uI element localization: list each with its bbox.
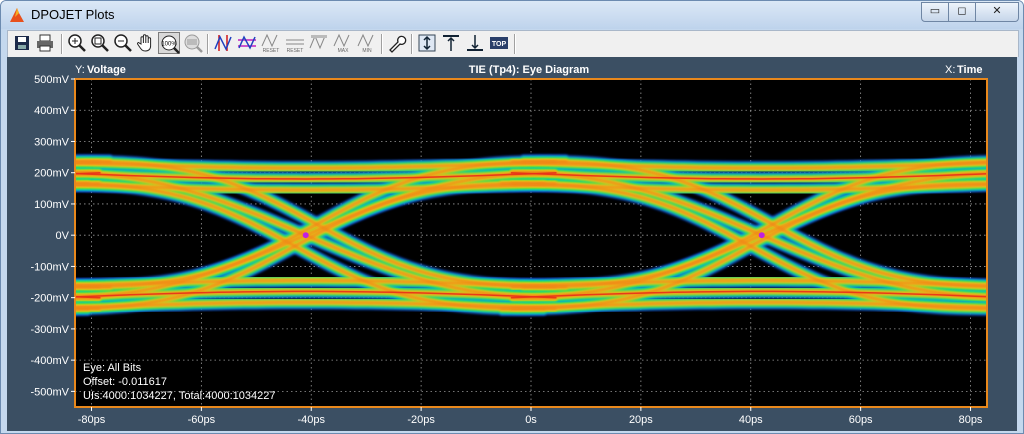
marker-button[interactable] [308, 32, 330, 54]
x-tick-label: 40ps [739, 414, 763, 426]
toolbar-separator [514, 34, 516, 54]
x-tick-label: 60ps [849, 414, 873, 426]
maximize-button[interactable]: ◻ [948, 2, 976, 22]
x-tick-label: -40ps [297, 414, 325, 426]
y-tick-label: -400mV [30, 355, 69, 367]
y-axis-label: Voltage [87, 64, 126, 76]
marker-min-icon: MIN [357, 33, 374, 54]
app-logo-icon [10, 8, 24, 22]
marker-max-icon: MAX [333, 33, 350, 54]
toolbar-separator [381, 34, 383, 54]
cursor-reset-label: RESET [263, 48, 280, 54]
zoom-reset-icon [184, 34, 203, 53]
minimize-button[interactable]: ▭ [921, 2, 949, 22]
marker-max-label: MAX [338, 48, 350, 54]
y-tick-label: -100mV [30, 261, 69, 273]
y-tick-label: -500mV [30, 386, 69, 398]
window-controls: ▭ ◻ ✕ [921, 2, 1019, 22]
toolbar-separator [411, 34, 413, 54]
y-tick-label: -300mV [30, 324, 69, 336]
toolbar-separator [61, 34, 63, 54]
cursor-reset-button[interactable]: RESET [260, 32, 282, 54]
x-tick-label: 20ps [629, 414, 653, 426]
crossing-marker [758, 232, 765, 239]
save-button[interactable] [11, 32, 33, 54]
y-axis-prefix: Y: [75, 64, 85, 76]
y-tick-label: 200mV [34, 168, 70, 180]
y-tick-label: 400mV [34, 105, 70, 117]
align-top-icon [443, 35, 459, 51]
cursor-horizontal-button[interactable] [236, 32, 258, 54]
cursor-v-icon [214, 35, 232, 51]
align-top-button[interactable] [440, 32, 462, 54]
autoscale-v-icon [418, 34, 436, 52]
annotation-offset: Offset: -0.011617 [83, 376, 167, 388]
annotation-uis: UIs:4000:1034227, Total:4000:1034227 [83, 390, 275, 402]
toolbar-separator [207, 34, 209, 54]
zoom-100-label: 100% [161, 42, 177, 48]
y-axis-ticks: 500mV 400mV 300mV 200mV 100mV 0V -100mV -200mV -… [30, 74, 75, 398]
plot-background [75, 79, 987, 407]
plot-panel: 500mV 400mV 300mV 200mV 100mV 0V -100mV -200mV -… [7, 57, 1017, 431]
cursor-h-icon [238, 35, 256, 50]
top-button[interactable]: TOP [488, 32, 510, 54]
print-button[interactable] [34, 32, 56, 54]
x-axis-ticks: -80ps -60ps -40ps -20ps 0s 20ps 40ps 60ps 80ps [78, 407, 983, 426]
x-tick-label: -20ps [407, 414, 435, 426]
y-tick-label: 100mV [34, 199, 70, 211]
toolbar: 100% RESET RESET MAX MIN TOP [7, 30, 1019, 57]
title-bar[interactable]: DPOJET Plots ▭ ◻ ✕ [1, 1, 1023, 29]
x-axis-prefix: X: [945, 64, 955, 76]
zoom-out-icon [114, 34, 132, 52]
crossing-marker [302, 232, 309, 239]
save-icon [15, 36, 29, 50]
x-tick-label: -60ps [188, 414, 216, 426]
align-bottom-button[interactable] [464, 32, 486, 54]
zoom-in-icon [68, 34, 86, 52]
print-icon [37, 34, 53, 52]
annotation-eye: Eye: All Bits [83, 362, 142, 374]
window-title: DPOJET Plots [31, 7, 115, 22]
marker-max-button[interactable]: MAX [332, 32, 354, 54]
pan-hand-icon [136, 34, 152, 52]
settings-button[interactable] [386, 32, 408, 54]
dpojet-plots-window: DPOJET Plots ▭ ◻ ✕ 100% RESET RESET MAX … [0, 0, 1024, 434]
y-tick-label: 300mV [34, 136, 70, 148]
zoom-100-icon: 100% [161, 35, 180, 54]
autoscale-vertical-button[interactable] [416, 32, 438, 54]
y-tick-label: 500mV [34, 74, 70, 86]
marker-icon [309, 34, 327, 50]
zoom-reset-button[interactable] [182, 32, 204, 54]
close-button[interactable]: ✕ [975, 2, 1019, 22]
top-label: TOP [492, 41, 507, 48]
y-tick-label: 0V [56, 230, 70, 242]
cursor-vertical-button[interactable] [212, 32, 234, 54]
zoom-100-button[interactable]: 100% [158, 32, 180, 54]
zoom-box-button[interactable] [89, 32, 111, 54]
top-icon: TOP [490, 37, 508, 49]
cursor-reset-icon: RESET [261, 33, 280, 54]
y-tick-label: -200mV [30, 293, 69, 305]
cursor-reset2-button[interactable]: RESET [284, 32, 306, 54]
zoom-in-button[interactable] [66, 32, 88, 54]
plot-title: TIE (Tp4): Eye Diagram [469, 64, 590, 76]
cursor-reset2-label: RESET [287, 48, 304, 54]
eye-diagram-plot[interactable]: 500mV 400mV 300mV 200mV 100mV 0V -100mV -200mV -… [7, 57, 1017, 431]
x-tick-label: 0s [525, 414, 537, 426]
x-tick-label: -80ps [78, 414, 106, 426]
cursor-reset2-icon: RESET [286, 39, 304, 54]
zoom-box-icon [91, 34, 109, 52]
zoom-out-button[interactable] [112, 32, 134, 54]
align-bottom-icon [467, 35, 483, 51]
x-tick-label: 80ps [959, 414, 983, 426]
marker-min-button[interactable]: MIN [356, 32, 378, 54]
marker-min-label: MIN [362, 48, 372, 54]
wrench-icon [389, 35, 407, 53]
pan-button[interactable] [135, 32, 157, 54]
x-axis-label: Time [957, 64, 982, 76]
